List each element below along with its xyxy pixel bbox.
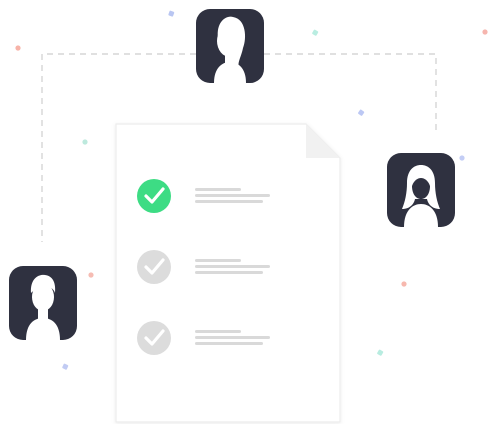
unchecked-icon bbox=[137, 250, 171, 284]
placeholder-line bbox=[195, 200, 263, 203]
placeholder-line bbox=[195, 194, 270, 197]
user-female-bob-hair-icon bbox=[387, 153, 455, 227]
unchecked-icon bbox=[137, 321, 171, 355]
placeholder-line bbox=[195, 342, 263, 345]
placeholder-line bbox=[195, 188, 241, 191]
placeholder-line bbox=[195, 259, 241, 262]
team-checklist-illustration bbox=[9, 9, 488, 423]
user-female-long-hair-icon bbox=[196, 9, 264, 83]
placeholder-line bbox=[195, 265, 270, 268]
placeholder-line bbox=[195, 336, 270, 339]
placeholder-line bbox=[195, 271, 263, 274]
placeholder-line bbox=[195, 330, 241, 333]
checked-icon bbox=[137, 179, 171, 213]
user-male-icon bbox=[9, 266, 77, 340]
